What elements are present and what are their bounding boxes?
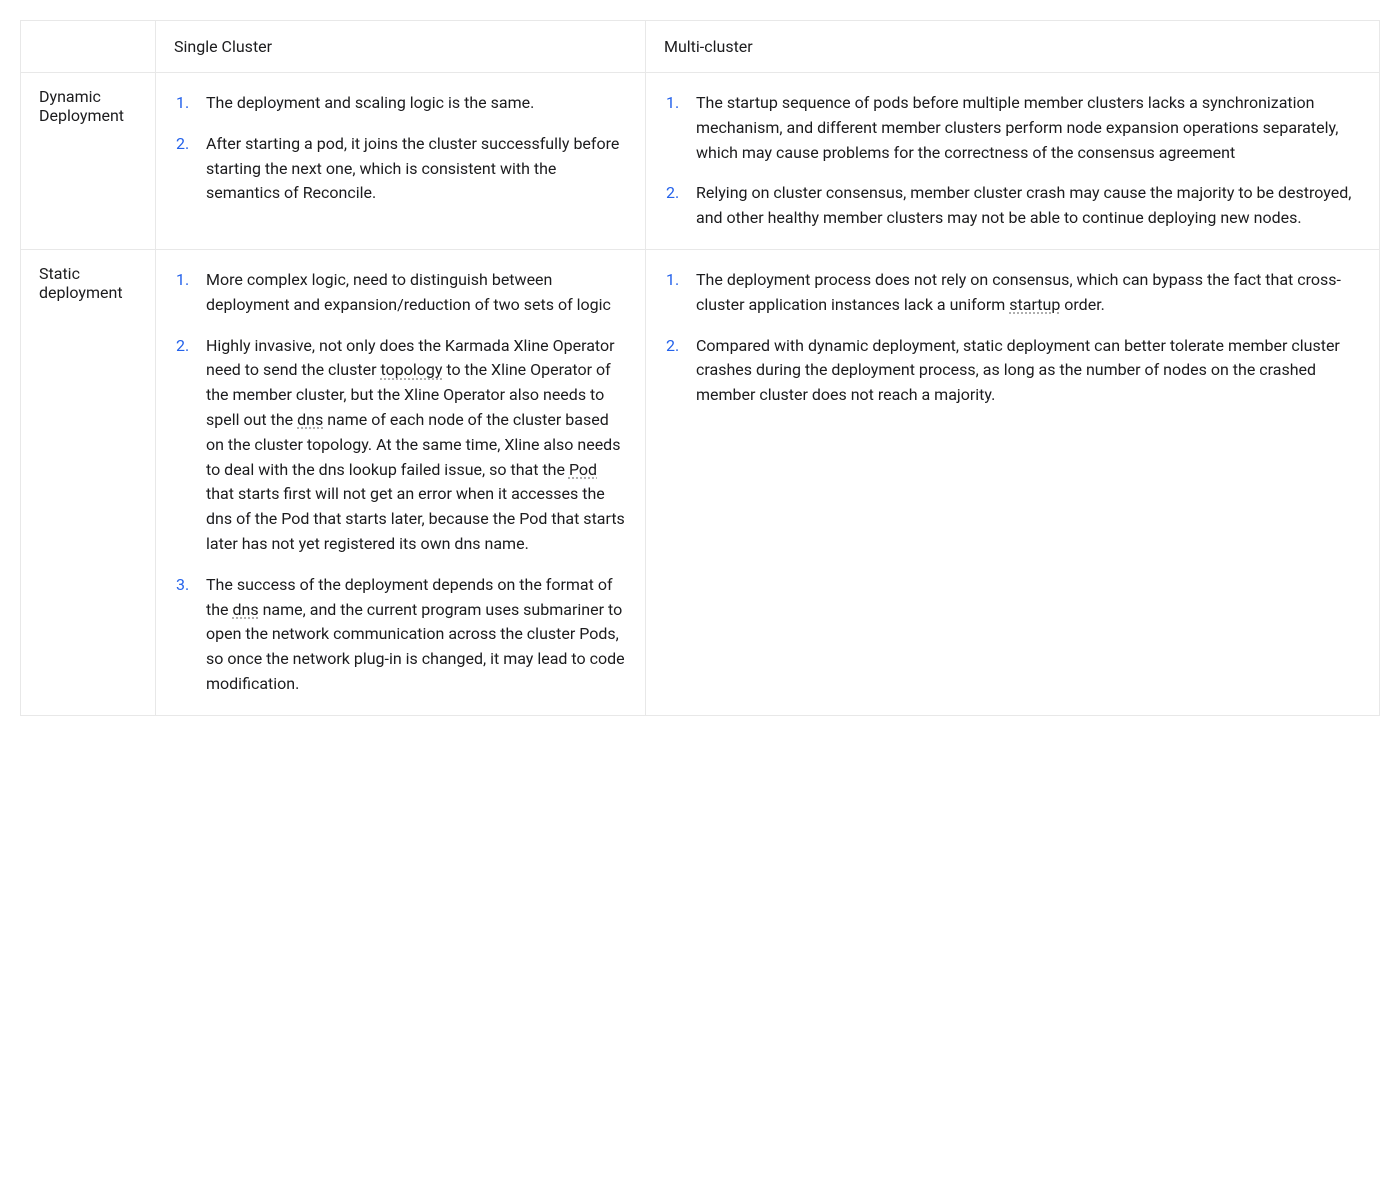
header-multi-cluster: Multi-cluster [646,21,1380,73]
table-row-dynamic: Dynamic Deployment The deployment and sc… [21,73,1380,250]
list-item: The deployment and scaling logic is the … [206,91,627,116]
list-item: The success of the deployment depends on… [206,573,627,697]
list-dynamic-multi: The startup sequence of pods before mult… [664,91,1361,231]
cell-dynamic-single: The deployment and scaling logic is the … [156,73,646,250]
spellcheck-word: startup [1009,295,1060,314]
list-static-single: More complex logic, need to distinguish … [174,268,627,697]
spellcheck-word: dns [233,600,259,619]
spellcheck-word: topology [381,360,443,379]
list-item: More complex logic, need to distinguish … [206,268,627,318]
cell-static-multi: The deployment process does not rely on … [646,249,1380,715]
list-item: Highly invasive, not only does the Karma… [206,334,627,557]
deployment-comparison-table: Single Cluster Multi-cluster Dynamic Dep… [20,20,1380,716]
list-item: The deployment process does not rely on … [696,268,1361,318]
header-single-cluster: Single Cluster [156,21,646,73]
header-blank [21,21,156,73]
row-label-static: Static deployment [21,249,156,715]
list-item: Compared with dynamic deployment, static… [696,334,1361,408]
cell-dynamic-multi: The startup sequence of pods before mult… [646,73,1380,250]
list-item: After starting a pod, it joins the clust… [206,132,627,206]
spellcheck-word: dns [297,410,323,429]
cell-static-single: More complex logic, need to distinguish … [156,249,646,715]
list-item: The startup sequence of pods before mult… [696,91,1361,165]
row-label-dynamic: Dynamic Deployment [21,73,156,250]
list-item: Relying on cluster consensus, member clu… [696,181,1361,231]
table-header-row: Single Cluster Multi-cluster [21,21,1380,73]
spellcheck-word: Pod [569,460,597,479]
table-row-static: Static deployment More complex logic, ne… [21,249,1380,715]
list-dynamic-single: The deployment and scaling logic is the … [174,91,627,206]
list-static-multi: The deployment process does not rely on … [664,268,1361,408]
